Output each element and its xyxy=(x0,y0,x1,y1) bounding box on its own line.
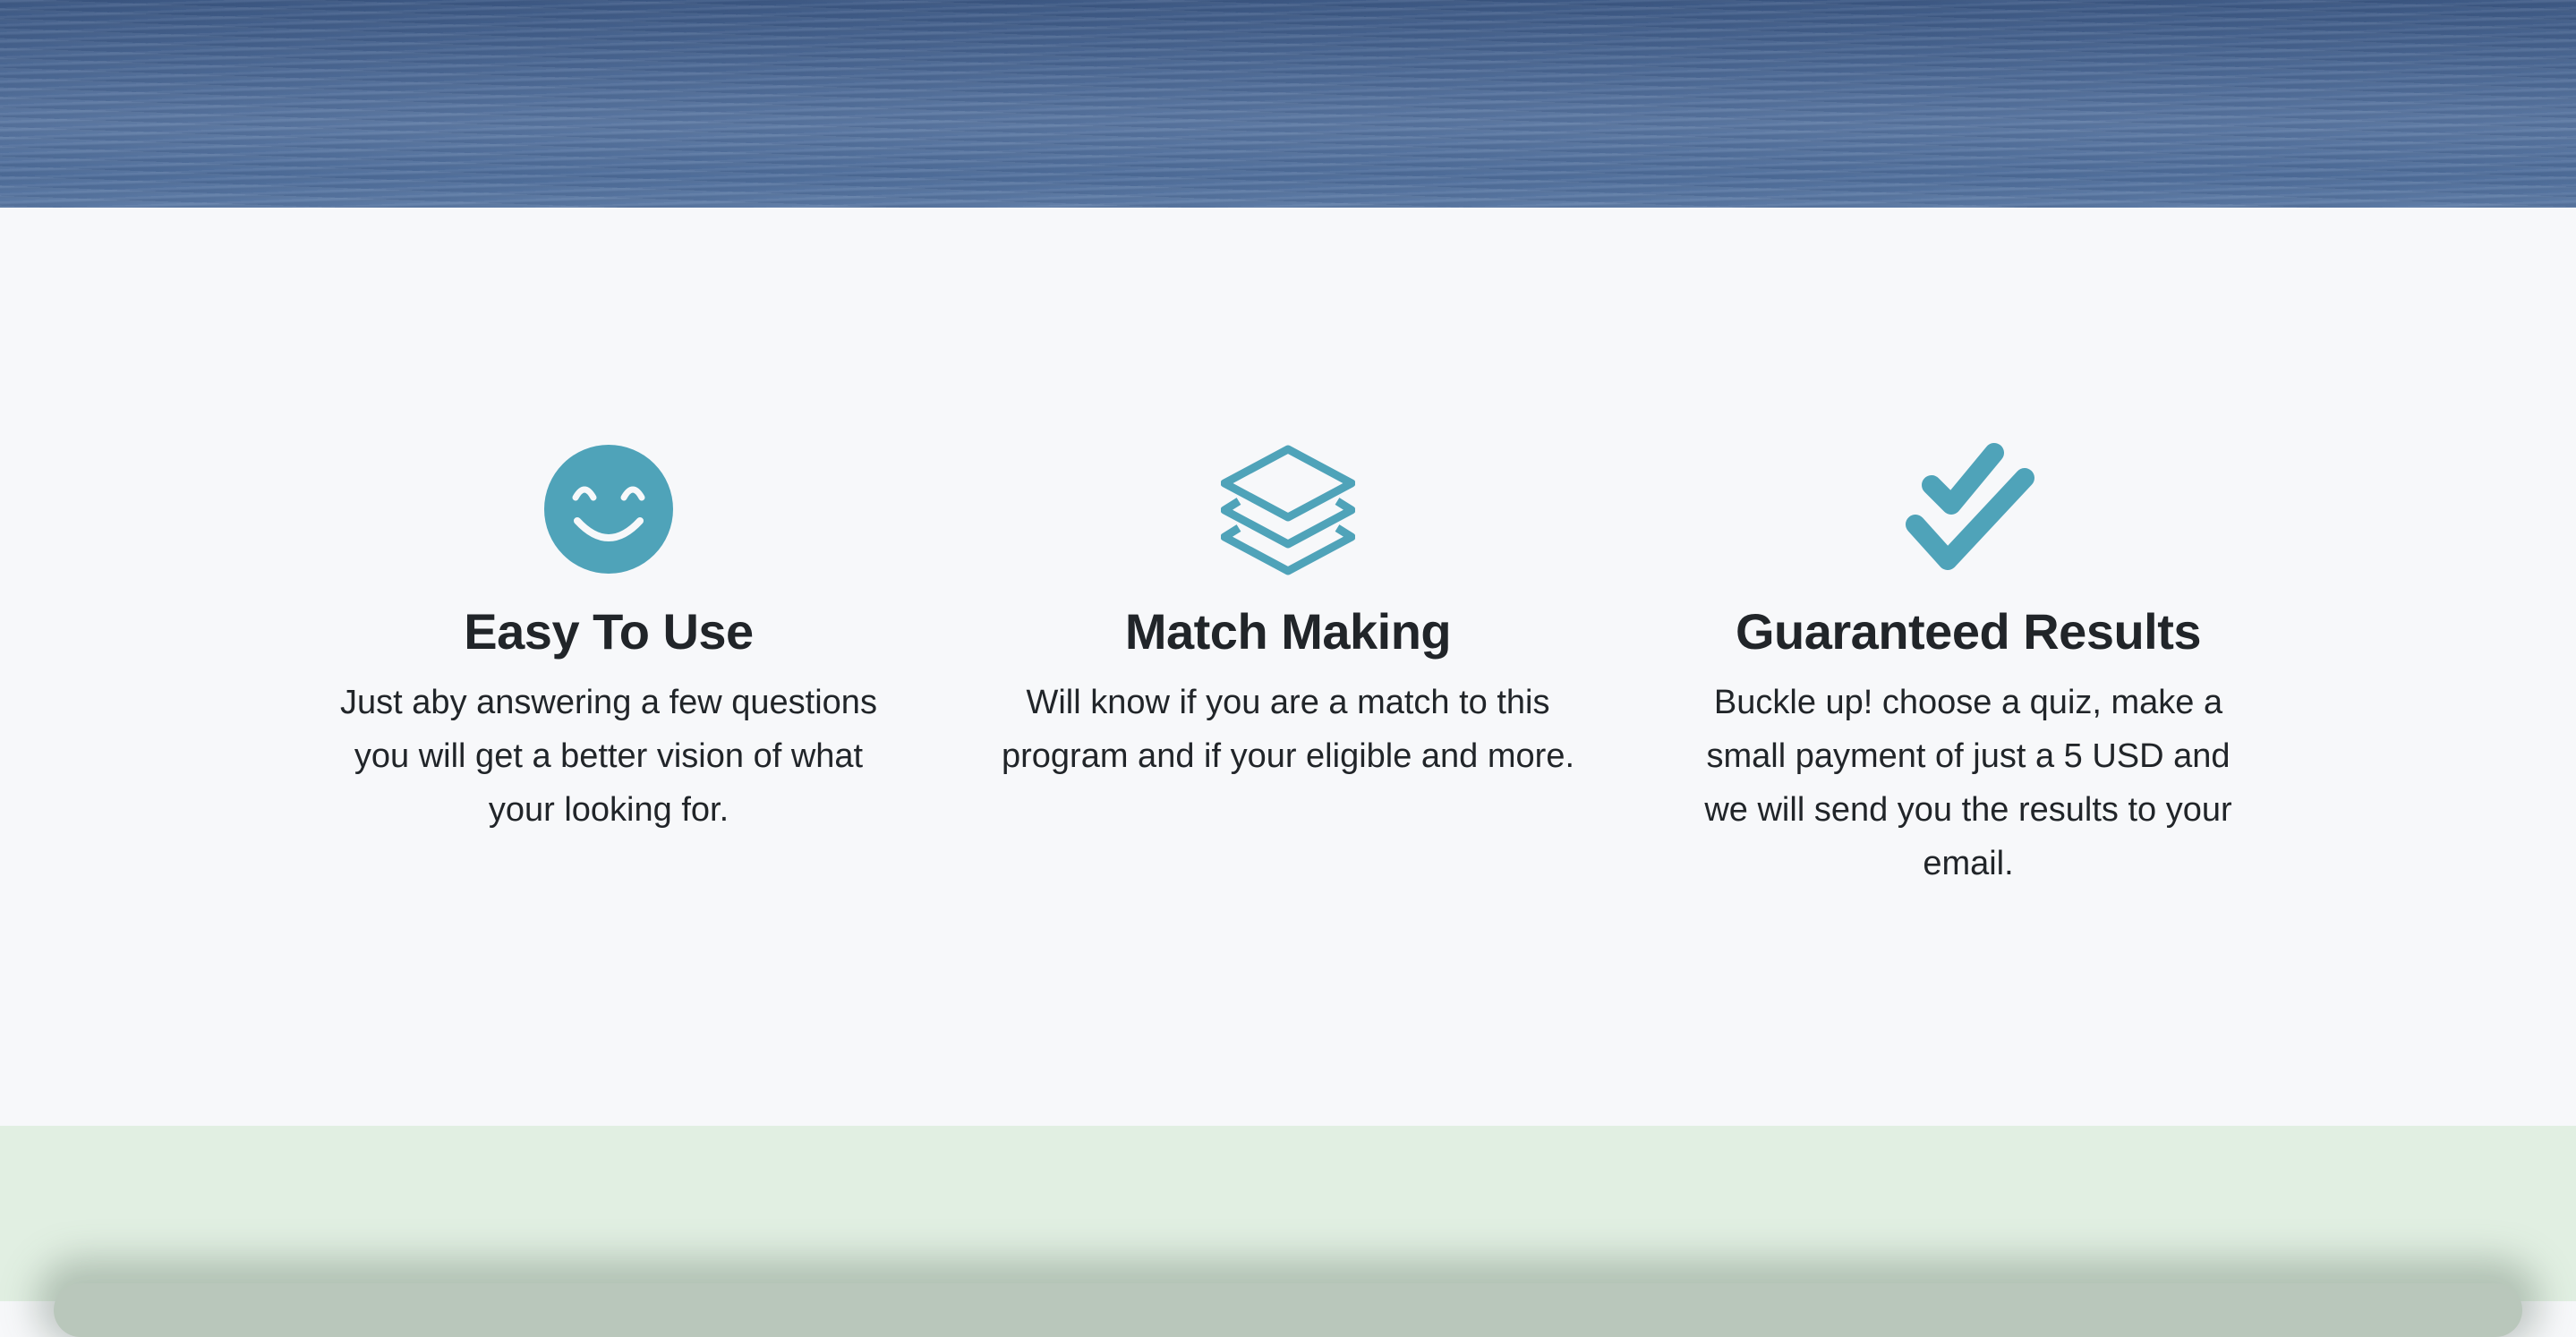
features-section: Easy To Use Just aby answering a few que… xyxy=(0,208,2576,1126)
feature-easy-to-use: Easy To Use Just aby answering a few que… xyxy=(313,442,904,837)
cta-section xyxy=(0,1126,2576,1337)
feature-guaranteed-results: Guaranteed Results Buckle up! choose a q… xyxy=(1673,442,2264,890)
feature-match-making: Match Making Will know if you are a matc… xyxy=(993,442,1583,783)
double-check-icon xyxy=(1906,443,2034,570)
feature-title: Guaranteed Results xyxy=(1735,603,2202,660)
feature-description: Will know if you are a match to this pro… xyxy=(1002,684,1575,776)
hero-water-image xyxy=(0,0,2576,208)
cta-card-shadow xyxy=(54,1283,2522,1337)
feature-title: Easy To Use xyxy=(464,603,754,660)
feature-description: Buckle up! choose a quiz, make a small p… xyxy=(1704,684,2232,883)
feature-title: Match Making xyxy=(1124,603,1452,660)
feature-description: Just aby answering a few questions you w… xyxy=(340,684,877,830)
layers-icon xyxy=(1221,445,1355,575)
smiley-face-icon xyxy=(544,445,673,574)
